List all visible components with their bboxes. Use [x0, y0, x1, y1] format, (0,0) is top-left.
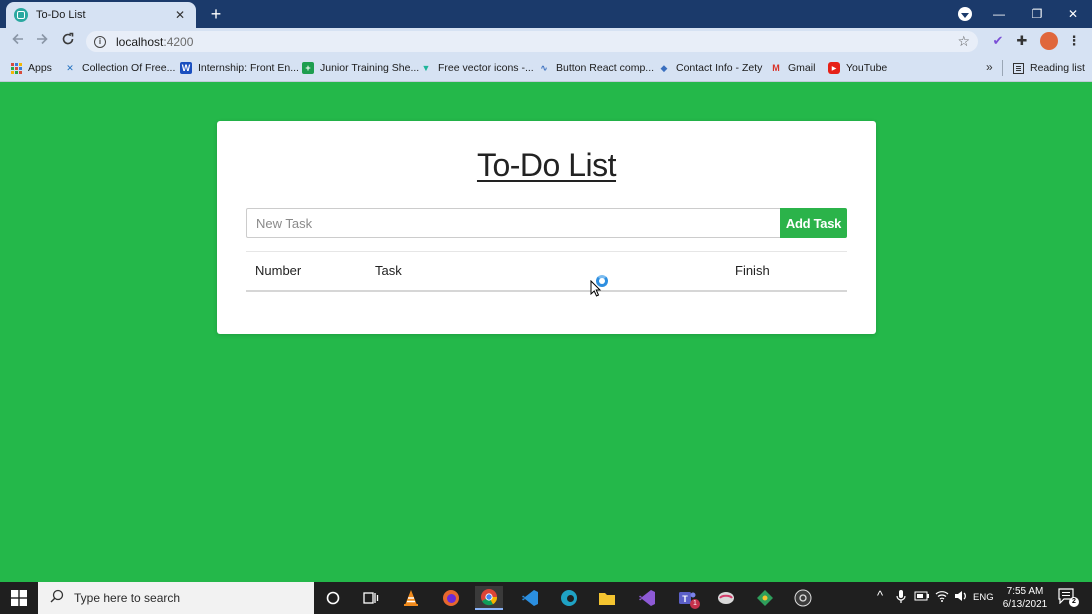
- sourcetree-icon[interactable]: [751, 586, 779, 610]
- notification-count-badge: 2: [1069, 597, 1079, 607]
- back-arrow-icon[interactable]: [8, 31, 28, 51]
- address-bar[interactable]: i localhost:4200 ☆: [86, 31, 978, 52]
- reading-list-button[interactable]: Reading list: [1012, 60, 1085, 76]
- new-task-input[interactable]: [246, 208, 781, 238]
- table-top-divider: [246, 251, 847, 252]
- column-header-number: Number: [255, 263, 302, 278]
- profile-avatar[interactable]: [1040, 32, 1058, 50]
- bookmarks-bar: Apps ✕ Collection Of Free... W Internshi…: [0, 54, 1092, 82]
- add-task-button[interactable]: Add Task: [780, 208, 847, 238]
- file-explorer-icon[interactable]: [593, 586, 621, 610]
- minimize-button[interactable]: —: [980, 0, 1018, 28]
- bookmark-gmail[interactable]: M Gmail: [770, 60, 815, 76]
- bookmark-collection[interactable]: ✕ Collection Of Free...: [64, 60, 175, 76]
- chrome-menu-icon[interactable]: ⋮: [1066, 33, 1082, 49]
- volume-icon[interactable]: [954, 590, 968, 605]
- bookmarks-divider: [1002, 60, 1003, 76]
- edge-icon[interactable]: [555, 586, 583, 610]
- todo-card: To-Do List Add Task Number Task Finish: [217, 121, 876, 334]
- zety-icon: ◆: [660, 62, 668, 73]
- bookmark-button-react[interactable]: ∿ Button React comp...: [538, 60, 654, 76]
- bookmark-star-icon[interactable]: ☆: [957, 33, 970, 50]
- browser-tab-active[interactable]: To-Do List ✕: [6, 2, 196, 28]
- browser-toolbar: i localhost:4200 ☆ ✔ ✚ ⋮: [0, 28, 1092, 54]
- url-text: localhost:4200: [116, 34, 194, 49]
- restore-button[interactable]: ❐: [1018, 0, 1056, 28]
- vector-icon: ▼: [421, 63, 431, 73]
- svg-text:T: T: [682, 594, 688, 604]
- apps-grid-icon: [10, 62, 22, 74]
- taskbar-search-box[interactable]: Type here to search: [38, 582, 314, 614]
- clock-date: 6/13/2021: [1002, 599, 1048, 610]
- teams-icon[interactable]: T 1: [673, 586, 701, 610]
- tray-chevron-up-icon[interactable]: ^: [877, 588, 883, 603]
- browser-titlebar: To-Do List ✕ + — ❐ ✕: [0, 0, 1092, 28]
- extension-check-icon[interactable]: ✔: [990, 33, 1006, 49]
- gmail-icon: M: [772, 63, 780, 73]
- bookmark-free-vector-icons[interactable]: ▼ Free vector icons -...: [420, 60, 534, 76]
- bookmarks-overflow-icon[interactable]: »: [986, 60, 993, 74]
- obs-icon[interactable]: [789, 586, 817, 610]
- site-info-icon[interactable]: i: [94, 35, 106, 48]
- cortana-icon[interactable]: [319, 586, 347, 610]
- page-title: To-Do List: [476, 147, 617, 183]
- collection-icon: ✕: [66, 62, 74, 73]
- column-header-finish: Finish: [735, 263, 770, 278]
- wifi-icon[interactable]: [935, 590, 949, 605]
- microphone-icon[interactable]: [896, 590, 906, 607]
- forward-arrow-icon[interactable]: [32, 31, 52, 51]
- vscode-icon[interactable]: [516, 586, 544, 610]
- new-tab-button[interactable]: +: [206, 4, 226, 24]
- taskbar-clock[interactable]: 7:55 AM 6/13/2021: [996, 585, 1054, 611]
- app-pink-icon[interactable]: [712, 586, 740, 610]
- tab-close-icon[interactable]: ✕: [172, 8, 188, 22]
- column-header-task: Task: [375, 263, 402, 278]
- search-icon: [50, 589, 64, 608]
- action-center-icon[interactable]: 2: [1058, 588, 1079, 607]
- reload-icon[interactable]: [58, 31, 78, 51]
- sheets-icon: +: [302, 62, 314, 74]
- firefox-icon[interactable]: [437, 586, 465, 610]
- table-header-divider: [246, 290, 847, 292]
- battery-icon[interactable]: [914, 590, 930, 605]
- windows-taskbar: Type here to search T 1 ^ ENG 7:55 AM 6/…: [0, 582, 1092, 614]
- chrome-taskbar-icon[interactable]: [475, 586, 503, 610]
- clock-time: 7:55 AM: [1006, 586, 1044, 597]
- search-placeholder: Type here to search: [74, 591, 181, 605]
- extensions-puzzle-icon[interactable]: ✚: [1014, 33, 1030, 49]
- bookmark-apps[interactable]: Apps: [10, 60, 52, 76]
- w-icon: W: [180, 62, 192, 74]
- reading-list-icon: [1012, 62, 1024, 74]
- bookmark-internship[interactable]: W Internship: Front En...: [180, 60, 299, 76]
- task-view-icon[interactable]: [357, 586, 385, 610]
- react-icon: ∿: [540, 62, 548, 73]
- visual-studio-icon[interactable]: [633, 586, 661, 610]
- tab-title: To-Do List: [36, 9, 86, 21]
- youtube-icon: ▶: [828, 62, 840, 74]
- bookmark-youtube[interactable]: ▶ YouTube: [828, 60, 887, 76]
- bookmark-zety[interactable]: ◆ Contact Info - Zety: [658, 60, 763, 76]
- language-indicator[interactable]: ENG: [973, 592, 994, 603]
- windows-start-icon[interactable]: [0, 582, 38, 614]
- close-window-button[interactable]: ✕: [1054, 0, 1092, 28]
- teams-notification-badge: 1: [690, 599, 700, 609]
- bookmark-junior-training[interactable]: + Junior Training She...: [302, 60, 419, 76]
- tab-favicon-icon: [14, 8, 28, 22]
- tab-search-icon[interactable]: [958, 7, 972, 21]
- vlc-icon[interactable]: [397, 586, 425, 610]
